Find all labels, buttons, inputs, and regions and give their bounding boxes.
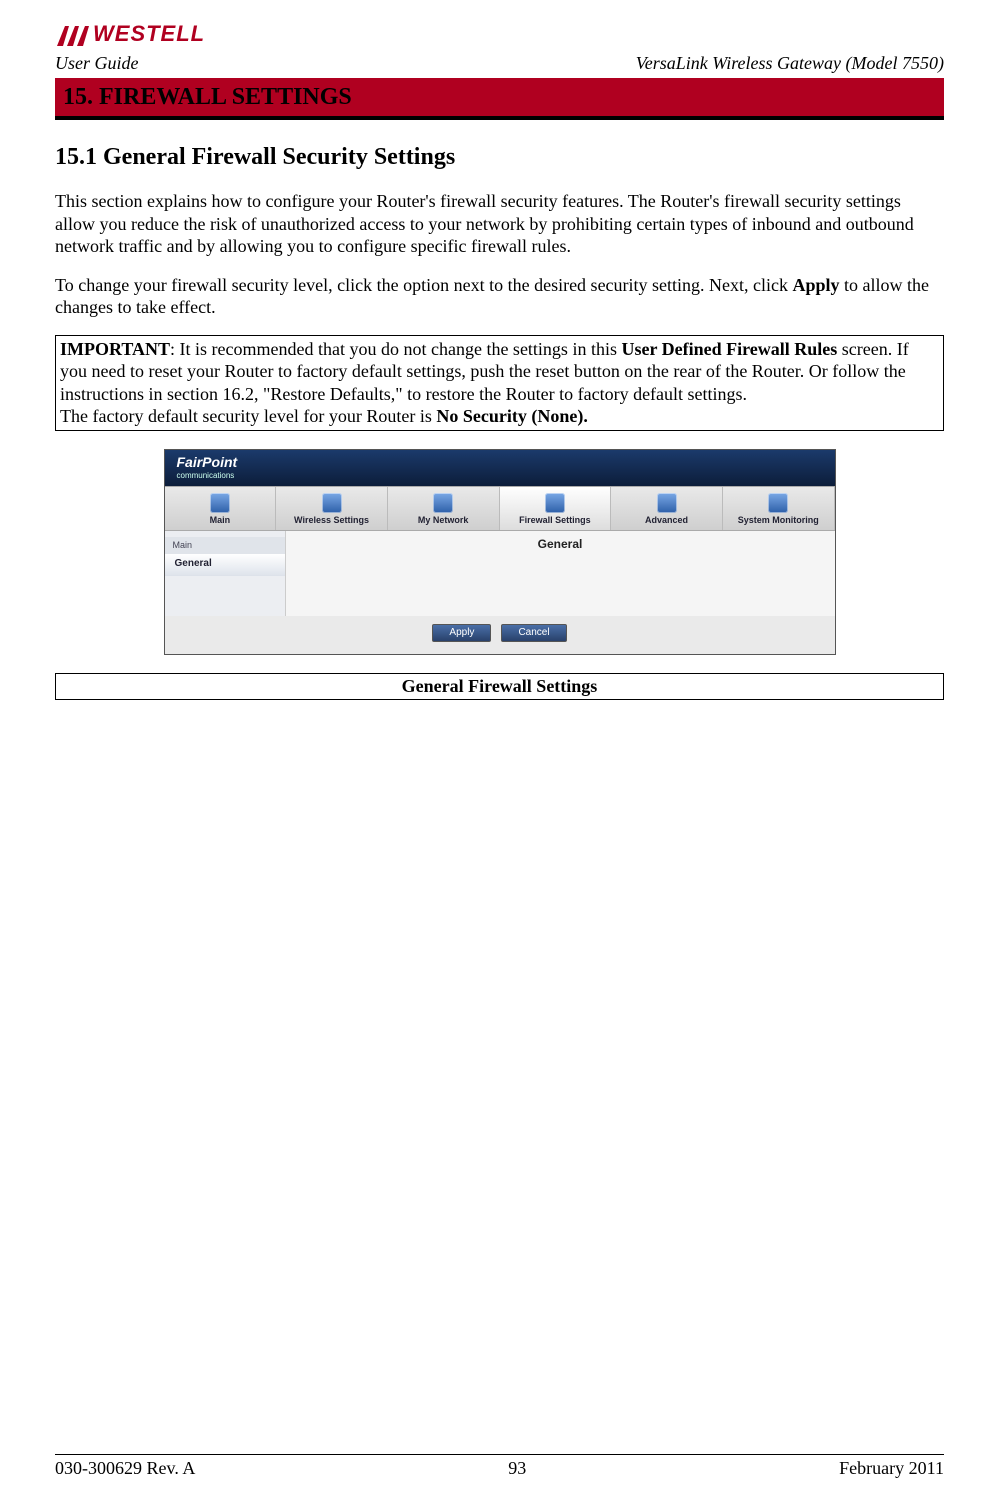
shot-header: FairPoint communications [165, 450, 835, 486]
shot-brand: FairPoint communications [177, 454, 238, 482]
nav-tab-label: System Monitoring [725, 515, 832, 526]
nav-tab[interactable]: Wireless Settings [276, 487, 388, 530]
cancel-button[interactable]: Cancel [501, 624, 566, 643]
nav-tab-icon [210, 493, 230, 513]
apply-button[interactable]: Apply [432, 624, 491, 643]
shot-content-title: General [300, 537, 821, 552]
nav-tab-icon [322, 493, 342, 513]
brand-logo: WESTELL [55, 20, 944, 48]
router-admin-screenshot: FairPoint communications Main Wireless Se… [164, 449, 836, 656]
important-line1-bold: User Defined Firewall Rules [621, 339, 837, 359]
nav-tab-icon [545, 493, 565, 513]
nav-tab[interactable]: Advanced [611, 487, 723, 530]
nav-tab-icon [768, 493, 788, 513]
section-banner: 15. FIREWALL SETTINGS [55, 78, 944, 120]
important-label: IMPORTANT [60, 339, 170, 359]
page-footer: 030-300629 Rev. A 93 February 2011 [55, 1454, 944, 1480]
logo-mark-icon [55, 24, 89, 48]
ref-table-title: General Firewall Settings [56, 674, 944, 700]
logo-text: WESTELL [93, 20, 205, 48]
intro-paragraph: This section explains how to configure y… [55, 190, 944, 258]
nav-tab-label: Firewall Settings [502, 515, 609, 526]
nav-tab-label: Main [167, 515, 274, 526]
shot-sidebar: Main General [165, 531, 286, 616]
important-line2-pre: The factory default security level for y… [60, 406, 436, 426]
shot-main: General [286, 531, 835, 616]
important-line1-pre: : It is recommended that you do not chan… [170, 339, 621, 359]
sidebar-item[interactable]: General [165, 554, 285, 576]
footer-center: 93 [508, 1457, 526, 1480]
change-paragraph: To change your firewall security level, … [55, 274, 944, 319]
header-row: User Guide VersaLink Wireless Gateway (M… [55, 52, 944, 75]
nav-tab[interactable]: Main [165, 487, 277, 530]
footer-left: 030-300629 Rev. A [55, 1457, 195, 1480]
important-line2-bold: No Security (None). [436, 406, 587, 426]
section-banner-text: 15. FIREWALL SETTINGS [63, 84, 352, 110]
nav-tab-icon [657, 493, 677, 513]
subsection-heading: 15.1 General Firewall Security Settings [55, 142, 944, 172]
change-text-pre: To change your firewall security level, … [55, 275, 793, 295]
nav-tab[interactable]: My Network [388, 487, 500, 530]
sidebar-heading: Main [165, 537, 285, 554]
footer-right: February 2011 [839, 1457, 944, 1480]
shot-nav: Main Wireless Settings My Network Firewall … [165, 486, 835, 531]
nav-tab[interactable]: System Monitoring [723, 487, 835, 530]
nav-tab[interactable]: Firewall Settings [500, 487, 612, 530]
apply-word: Apply [793, 275, 840, 295]
reference-table: General Firewall Settings [55, 673, 944, 700]
nav-tab-label: Advanced [613, 515, 720, 526]
important-box: IMPORTANT: It is recommended that you do… [55, 335, 944, 431]
nav-tab-label: My Network [390, 515, 497, 526]
header-right: VersaLink Wireless Gateway (Model 7550) [636, 52, 944, 75]
shot-button-row: Apply Cancel [165, 616, 835, 655]
header-left: User Guide [55, 52, 139, 75]
nav-tab-label: Wireless Settings [278, 515, 385, 526]
nav-tab-icon [433, 493, 453, 513]
